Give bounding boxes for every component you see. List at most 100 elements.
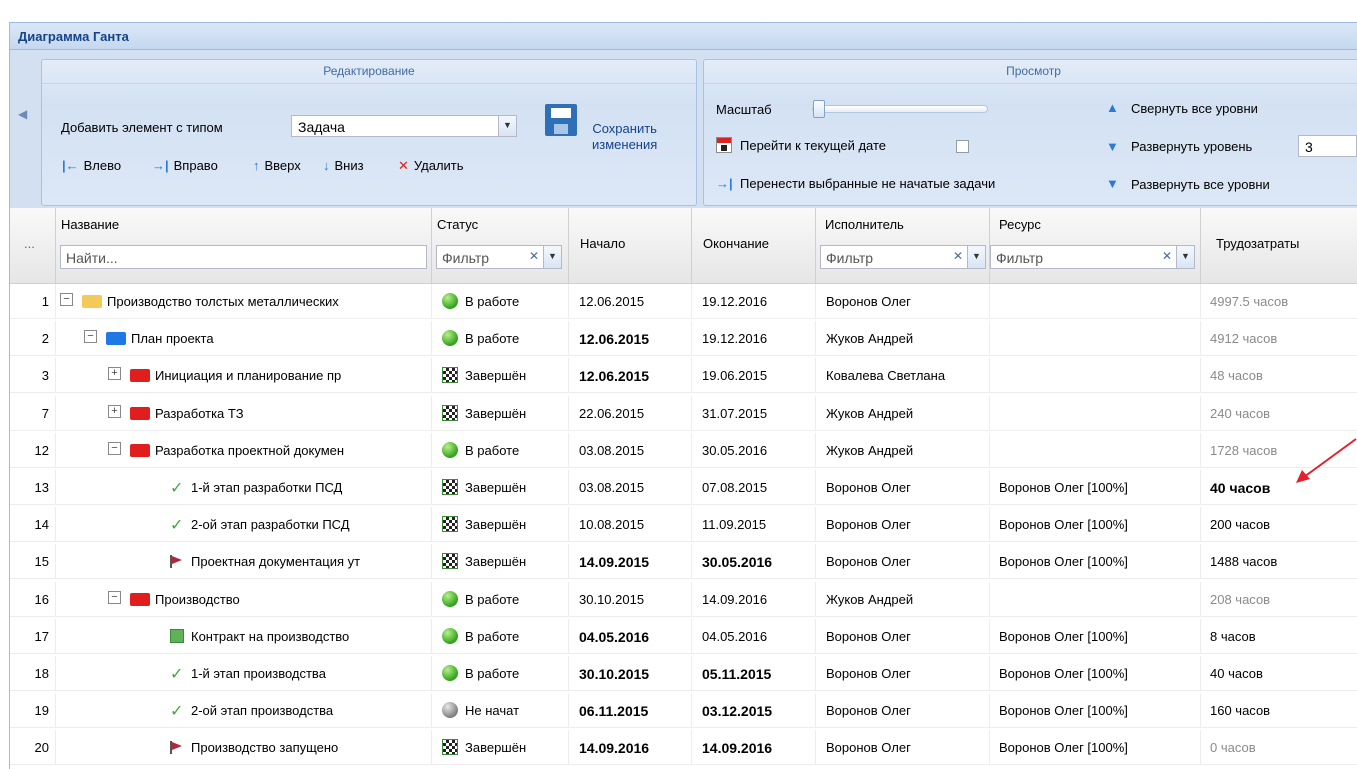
goto-today-checkbox[interactable]	[956, 140, 969, 153]
clear-filter-icon[interactable]: ✕	[1162, 249, 1172, 263]
executor-filter-input[interactable]: Фильтр ✕ ▼	[820, 245, 986, 269]
expand-node-icon[interactable]: +	[108, 367, 121, 381]
move-right-button[interactable]: →| Вправо	[152, 158, 218, 173]
work-cell[interactable]: 208 часов	[1201, 582, 1357, 617]
start-date-cell[interactable]: 12.06.2015	[569, 358, 692, 394]
expand-all-button[interactable]: Развернуть все уровни	[1131, 177, 1270, 192]
task-name-cell[interactable]: Производство запущено	[56, 730, 432, 766]
end-date-cell[interactable]: 19.12.2016	[692, 321, 816, 357]
collapse-node-icon[interactable]: −	[108, 590, 121, 604]
resource-cell[interactable]: Воронов Олег [100%]	[990, 470, 1201, 505]
end-date-cell[interactable]: 14.09.2016	[692, 730, 816, 766]
end-date-cell[interactable]: 05.11.2015	[692, 656, 816, 691]
start-date-cell[interactable]: 12.06.2015	[569, 321, 692, 357]
status-cell[interactable]: В работе	[432, 321, 569, 357]
table-row[interactable]: 17 Контракт на производство В работе 04.05.…	[10, 618, 1357, 654]
move-down-button[interactable]: ↓ Вниз	[323, 158, 364, 173]
resource-cell[interactable]	[990, 581, 1201, 617]
expand-level-input[interactable]: 3	[1298, 135, 1357, 157]
clear-filter-icon[interactable]: ✕	[529, 249, 539, 263]
end-date-cell[interactable]: 31.07.2015	[692, 395, 816, 431]
move-up-button[interactable]: ↑ Вверх	[253, 158, 301, 173]
end-date-cell[interactable]: 14.09.2016	[692, 581, 816, 617]
status-cell[interactable]: Завершён	[432, 730, 569, 766]
start-date-cell[interactable]: 30.10.2015	[569, 656, 692, 691]
header-end[interactable]: Окончание	[692, 208, 816, 284]
executor-cell[interactable]: Воронов Олег	[816, 507, 990, 543]
work-cell[interactable]: 8 часов	[1201, 619, 1357, 654]
expand-level-button[interactable]: Развернуть уровень	[1131, 139, 1252, 154]
end-date-cell[interactable]: 19.06.2015	[692, 358, 816, 394]
header-status[interactable]: Статус Фильтр ✕ ▼	[432, 208, 569, 284]
status-cell[interactable]: В работе	[432, 618, 569, 654]
element-type-combo[interactable]: Задача ▼	[291, 115, 517, 137]
start-date-cell[interactable]: 04.05.2016	[569, 618, 692, 654]
collapse-node-icon[interactable]: −	[108, 441, 121, 455]
task-name-cell[interactable]: − Производство	[56, 581, 432, 617]
work-cell[interactable]: 4997.5 часов	[1201, 284, 1357, 319]
end-date-cell[interactable]: 11.09.2015	[692, 507, 816, 543]
header-start[interactable]: Начало	[569, 208, 692, 284]
resource-cell[interactable]: Воронов Олег [100%]	[990, 507, 1201, 543]
work-cell[interactable]: 4912 часов	[1201, 321, 1357, 356]
table-row[interactable]: 1− Производство толстых металлических В ра…	[10, 284, 1357, 319]
table-row[interactable]: 14 ✓ 2-ой этап разработки ПСД Завершён 10.08…	[10, 507, 1357, 543]
table-row[interactable]: 20 Производство запущено Завершён 14.09.201…	[10, 730, 1357, 766]
task-name-cell[interactable]: + Разработка ТЗ	[56, 395, 432, 431]
status-cell[interactable]: Завершён	[432, 544, 569, 580]
table-row[interactable]: 18 ✓ 1-й этап производства В работе 30.10.20…	[10, 656, 1357, 691]
task-name-cell[interactable]: ✓ 2-ой этап разработки ПСД	[56, 507, 432, 543]
executor-cell[interactable]: Воронов Олег	[816, 284, 990, 319]
executor-cell[interactable]: Жуков Андрей	[816, 581, 990, 617]
header-executor[interactable]: Исполнитель Фильтр ✕ ▼	[816, 208, 990, 284]
task-name-cell[interactable]: − Разработка проектной докумен	[56, 432, 432, 468]
executor-cell[interactable]: Воронов Олег	[816, 656, 990, 691]
chevron-down-icon[interactable]: ▼	[498, 116, 516, 136]
status-cell[interactable]: Завершён	[432, 470, 569, 505]
start-date-cell[interactable]: 30.10.2015	[569, 581, 692, 617]
work-cell[interactable]: 0 часов	[1201, 730, 1357, 765]
table-row[interactable]: 3 + Инициация и планирование пр Завершён 12.…	[10, 358, 1357, 394]
task-name-cell[interactable]: Контракт на производство	[56, 618, 432, 654]
task-name-cell[interactable]: Проектная документация ут	[56, 544, 432, 580]
table-row[interactable]: 19 ✓ 2-ой этап производства Не начат 06.11.2…	[10, 693, 1357, 729]
resource-cell[interactable]: Воронов Олег [100%]	[990, 730, 1201, 766]
more-icon[interactable]: ...	[24, 236, 35, 251]
start-date-cell[interactable]: 14.09.2015	[569, 544, 692, 580]
task-name-cell[interactable]: ✓ 2-ой этап производства	[56, 693, 432, 729]
task-name-cell[interactable]: ✓ 1-й этап производства	[56, 656, 432, 691]
end-date-cell[interactable]: 30.05.2016	[692, 432, 816, 468]
end-date-cell[interactable]: 07.08.2015	[692, 470, 816, 505]
status-filter-input[interactable]: Фильтр ✕ ▼	[436, 245, 562, 269]
executor-cell[interactable]: Воронов Олег	[816, 470, 990, 505]
resource-cell[interactable]	[990, 321, 1201, 357]
chevron-down-icon[interactable]: ▼	[1176, 246, 1194, 268]
table-row[interactable]: 7 + Разработка ТЗ Завершён 22.06.2015 31.07.2…	[10, 395, 1357, 431]
status-cell[interactable]: В работе	[432, 284, 569, 319]
status-cell[interactable]: Завершён	[432, 358, 569, 394]
executor-cell[interactable]: Жуков Андрей	[816, 395, 990, 431]
name-search-input[interactable]: Найти...	[60, 245, 427, 269]
resource-cell[interactable]	[990, 284, 1201, 319]
resource-filter-input[interactable]: Фильтр ✕ ▼	[990, 245, 1195, 269]
status-cell[interactable]: Не начат	[432, 693, 569, 729]
end-date-cell[interactable]: 19.12.2016	[692, 284, 816, 319]
status-cell[interactable]: Завершён	[432, 507, 569, 543]
work-cell[interactable]: 240 часов	[1201, 396, 1357, 431]
task-name-cell[interactable]: ✓ 1-й этап разработки ПСД	[56, 470, 432, 505]
scale-slider[interactable]	[812, 105, 988, 113]
start-date-cell[interactable]: 10.08.2015	[569, 507, 692, 543]
resource-cell[interactable]: Воронов Олег [100%]	[990, 693, 1201, 729]
executor-cell[interactable]: Жуков Андрей	[816, 321, 990, 357]
executor-cell[interactable]: Ковалева Светлана	[816, 358, 990, 394]
work-cell[interactable]: 48 часов	[1201, 358, 1357, 393]
work-cell[interactable]: 1488 часов	[1201, 544, 1357, 579]
table-row[interactable]: 12 − Разработка проектной докумен В работе 0…	[10, 432, 1357, 468]
clear-filter-icon[interactable]: ✕	[953, 249, 963, 263]
expand-node-icon[interactable]: +	[108, 404, 121, 418]
task-name-cell[interactable]: − План проекта	[56, 321, 432, 357]
end-date-cell[interactable]: 30.05.2016	[692, 544, 816, 580]
resource-cell[interactable]	[990, 395, 1201, 431]
header-name[interactable]: Название Найти...	[56, 208, 432, 284]
start-date-cell[interactable]: 03.08.2015	[569, 470, 692, 505]
